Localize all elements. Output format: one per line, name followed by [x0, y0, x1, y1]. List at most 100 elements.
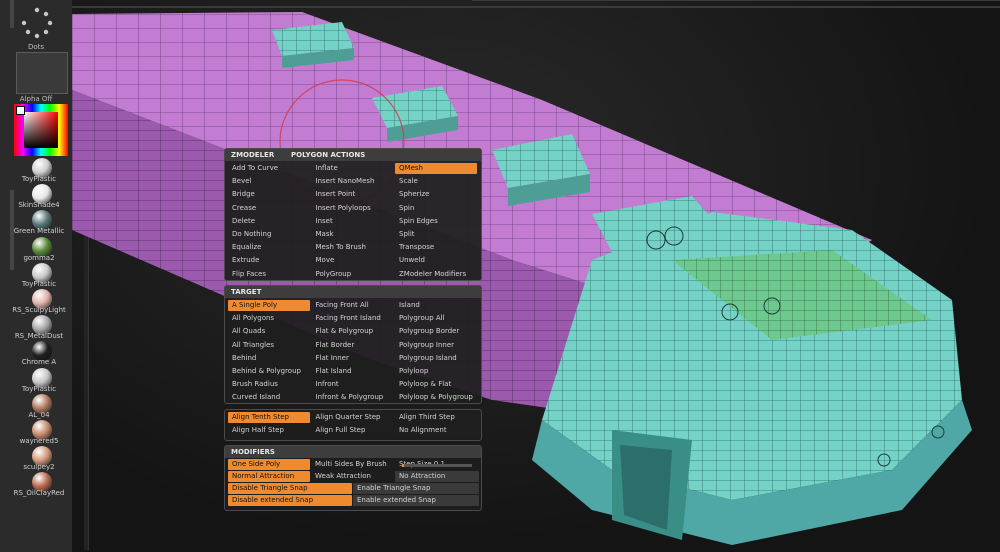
target-all-triangles-button[interactable]: All Triangles: [228, 340, 310, 351]
material-label: gomma2: [23, 253, 55, 262]
left-tray: Dots Alpha Off ToyPlastic SkinShade4 Green…: [0, 0, 72, 552]
action-unweld-button[interactable]: Unweld: [395, 255, 477, 266]
disable-extended-snap-button[interactable]: Disable extended Snap: [228, 495, 352, 506]
target-polygroup-border-button[interactable]: Polygroup Border: [395, 326, 477, 337]
target-polyloop-and-flat-button[interactable]: Polyloop & Flat: [395, 379, 477, 390]
action-bridge-button[interactable]: Bridge: [228, 189, 310, 200]
enable-triangle-snap-button[interactable]: Enable Triangle Snap: [353, 483, 479, 494]
target-facing-front-all-button[interactable]: Facing Front All: [312, 300, 394, 311]
target-flat-and-polygroup-button[interactable]: Flat & Polygroup: [312, 326, 394, 337]
target-flat-inner-button[interactable]: Flat Inner: [312, 353, 394, 364]
action-qmesh-button[interactable]: QMesh: [395, 163, 477, 174]
action-crease-button[interactable]: Crease: [228, 203, 310, 214]
step-align-quarter-step-button[interactable]: Align Quarter Step: [312, 412, 394, 423]
target-behind-button[interactable]: Behind: [228, 353, 310, 364]
action-insert-point-button[interactable]: Insert Point: [312, 189, 394, 200]
target-title: TARGET: [231, 288, 262, 296]
target-polygroup-all-button[interactable]: Polygroup All: [395, 313, 477, 324]
material-label: ToyPlastic: [21, 384, 57, 393]
3d-viewport[interactable]: [72, 0, 1000, 552]
action-transpose-button[interactable]: Transpose: [395, 242, 477, 253]
material-label: ToyPlastic: [21, 279, 57, 288]
step-no-alignment-button[interactable]: No Alignment: [395, 425, 477, 436]
step-align-full-step-button[interactable]: Align Full Step: [312, 425, 394, 436]
target-polyloop-and-polygroup-button[interactable]: Polyloop & Polygroup: [395, 392, 477, 403]
material-label: RS_MetalDust: [14, 332, 64, 341]
target-facing-front-island-button[interactable]: Facing Front Island: [312, 313, 394, 324]
target-polygroup-island-button[interactable]: Polygroup Island: [395, 353, 477, 364]
color-swatch[interactable]: [16, 106, 25, 115]
action-insert-nanomesh-button[interactable]: Insert NanoMesh: [312, 176, 394, 187]
material-label: Chrome A: [21, 358, 57, 367]
action-extrude-button[interactable]: Extrude: [228, 255, 310, 266]
weak-attraction-button[interactable]: Weak Attraction: [311, 471, 395, 482]
dots-stroke-icon[interactable]: [20, 6, 54, 40]
action-bevel-button[interactable]: Bevel: [228, 176, 310, 187]
target-polygroup-inner-button[interactable]: Polygroup Inner: [395, 340, 477, 351]
action-mask-button[interactable]: Mask: [312, 229, 394, 240]
material-label: SkinShade4: [18, 201, 60, 210]
target-a-single-poly-button[interactable]: A Single Poly: [228, 300, 310, 311]
action-delete-button[interactable]: Delete: [228, 216, 310, 227]
action-scale-button[interactable]: Scale: [395, 176, 477, 187]
target-brush-radius-button[interactable]: Brush Radius: [228, 379, 310, 390]
color-picker[interactable]: [14, 104, 68, 156]
zmodeler-header: ZMODELER POLYGON ACTIONS: [225, 149, 481, 161]
enable-extended-snap-button[interactable]: Enable extended Snap: [353, 495, 479, 506]
action-flip-faces-button[interactable]: Flip Faces: [228, 269, 310, 280]
target-infront-and-polygroup-button[interactable]: Infront & Polygroup: [312, 392, 394, 403]
action-spin-button[interactable]: Spin: [395, 203, 477, 214]
action-spherize-button[interactable]: Spherize: [395, 189, 477, 200]
target-curved-island-button[interactable]: Curved Island: [228, 392, 310, 403]
material-label: sculpey2: [23, 463, 55, 472]
material-label: waynered5: [19, 437, 59, 445]
target-all-polygons-button[interactable]: All Polygons: [228, 313, 310, 324]
action-split-button[interactable]: Split: [395, 229, 477, 240]
target-all-quads-button[interactable]: All Quads: [228, 326, 310, 337]
step-align-half-step-button[interactable]: Align Half Step: [228, 425, 310, 436]
step-align-tenth-step-button[interactable]: Align Tenth Step: [228, 412, 310, 423]
target-island-button[interactable]: Island: [395, 300, 477, 311]
target-polyloop-button[interactable]: Polyloop: [395, 366, 477, 377]
target-flat-border-button[interactable]: Flat Border: [312, 340, 394, 351]
action-insert-polyloops-button[interactable]: Insert Polyloops: [312, 203, 394, 214]
action-equalize-button[interactable]: Equalize: [228, 242, 310, 253]
tray-divider: [10, 0, 14, 28]
material-label: ToyPlastic: [21, 175, 57, 183]
action-inset-button[interactable]: Inset: [312, 216, 394, 227]
color-saturation-square[interactable]: [24, 112, 58, 148]
material-label: AL_04: [28, 410, 50, 419]
action-move-button[interactable]: Move: [312, 255, 394, 266]
action-polygroup-button[interactable]: PolyGroup: [312, 269, 394, 280]
material-label: RS_OilClayRed: [13, 489, 65, 498]
normal-attraction-button[interactable]: Normal Attraction: [228, 471, 310, 482]
target-behind-and-polygroup-button[interactable]: Behind & Polygroup: [228, 366, 310, 377]
step-align-third-step-button[interactable]: Align Third Step: [395, 412, 477, 423]
disable-triangle-snap-button[interactable]: Disable Triangle Snap: [228, 483, 352, 494]
target-header: TARGET: [225, 286, 481, 298]
material-label: Green Metallic: [13, 227, 65, 236]
one-side-poly-button[interactable]: One Side Poly: [228, 459, 310, 470]
alpha-slot[interactable]: [16, 52, 68, 94]
modifiers-panel: MODIFIERS One Side Poly Multi Sides By B…: [224, 445, 482, 511]
target-flat-island-button[interactable]: Flat Island: [312, 366, 394, 377]
alignment-panel: Align Tenth Step Align Quarter Step Align …: [224, 409, 482, 441]
step-size-track[interactable]: [402, 464, 472, 467]
action-mesh-to-brush-button[interactable]: Mesh To Brush: [312, 242, 394, 253]
multi-sides-by-brush-button[interactable]: Multi Sides By Brush: [311, 459, 395, 470]
action-add-to-curve-button[interactable]: Add To Curve: [228, 163, 310, 174]
target-panel: TARGET A Single Poly All Polygons All Quad…: [224, 285, 482, 404]
target-infront-button[interactable]: Infront: [312, 379, 394, 390]
step-size-fill: [402, 464, 404, 467]
action-do-nothing-button[interactable]: Do Nothing: [228, 229, 310, 240]
modifiers-title: MODIFIERS: [231, 448, 275, 456]
mesh-render[interactable]: [72, 0, 1000, 552]
material-label: RS_SculpyLight: [12, 306, 66, 314]
action-zmodeler-modifiers-button[interactable]: ZModeler Modifiers: [395, 269, 477, 280]
no-attraction-button[interactable]: No Attraction: [395, 471, 479, 482]
zmodeler-title: ZMODELER: [231, 151, 275, 159]
modifiers-header: MODIFIERS: [225, 446, 481, 458]
stroke-label: Dots: [27, 43, 45, 51]
action-spin-edges-button[interactable]: Spin Edges: [395, 216, 477, 227]
action-inflate-button[interactable]: Inflate: [312, 163, 394, 174]
